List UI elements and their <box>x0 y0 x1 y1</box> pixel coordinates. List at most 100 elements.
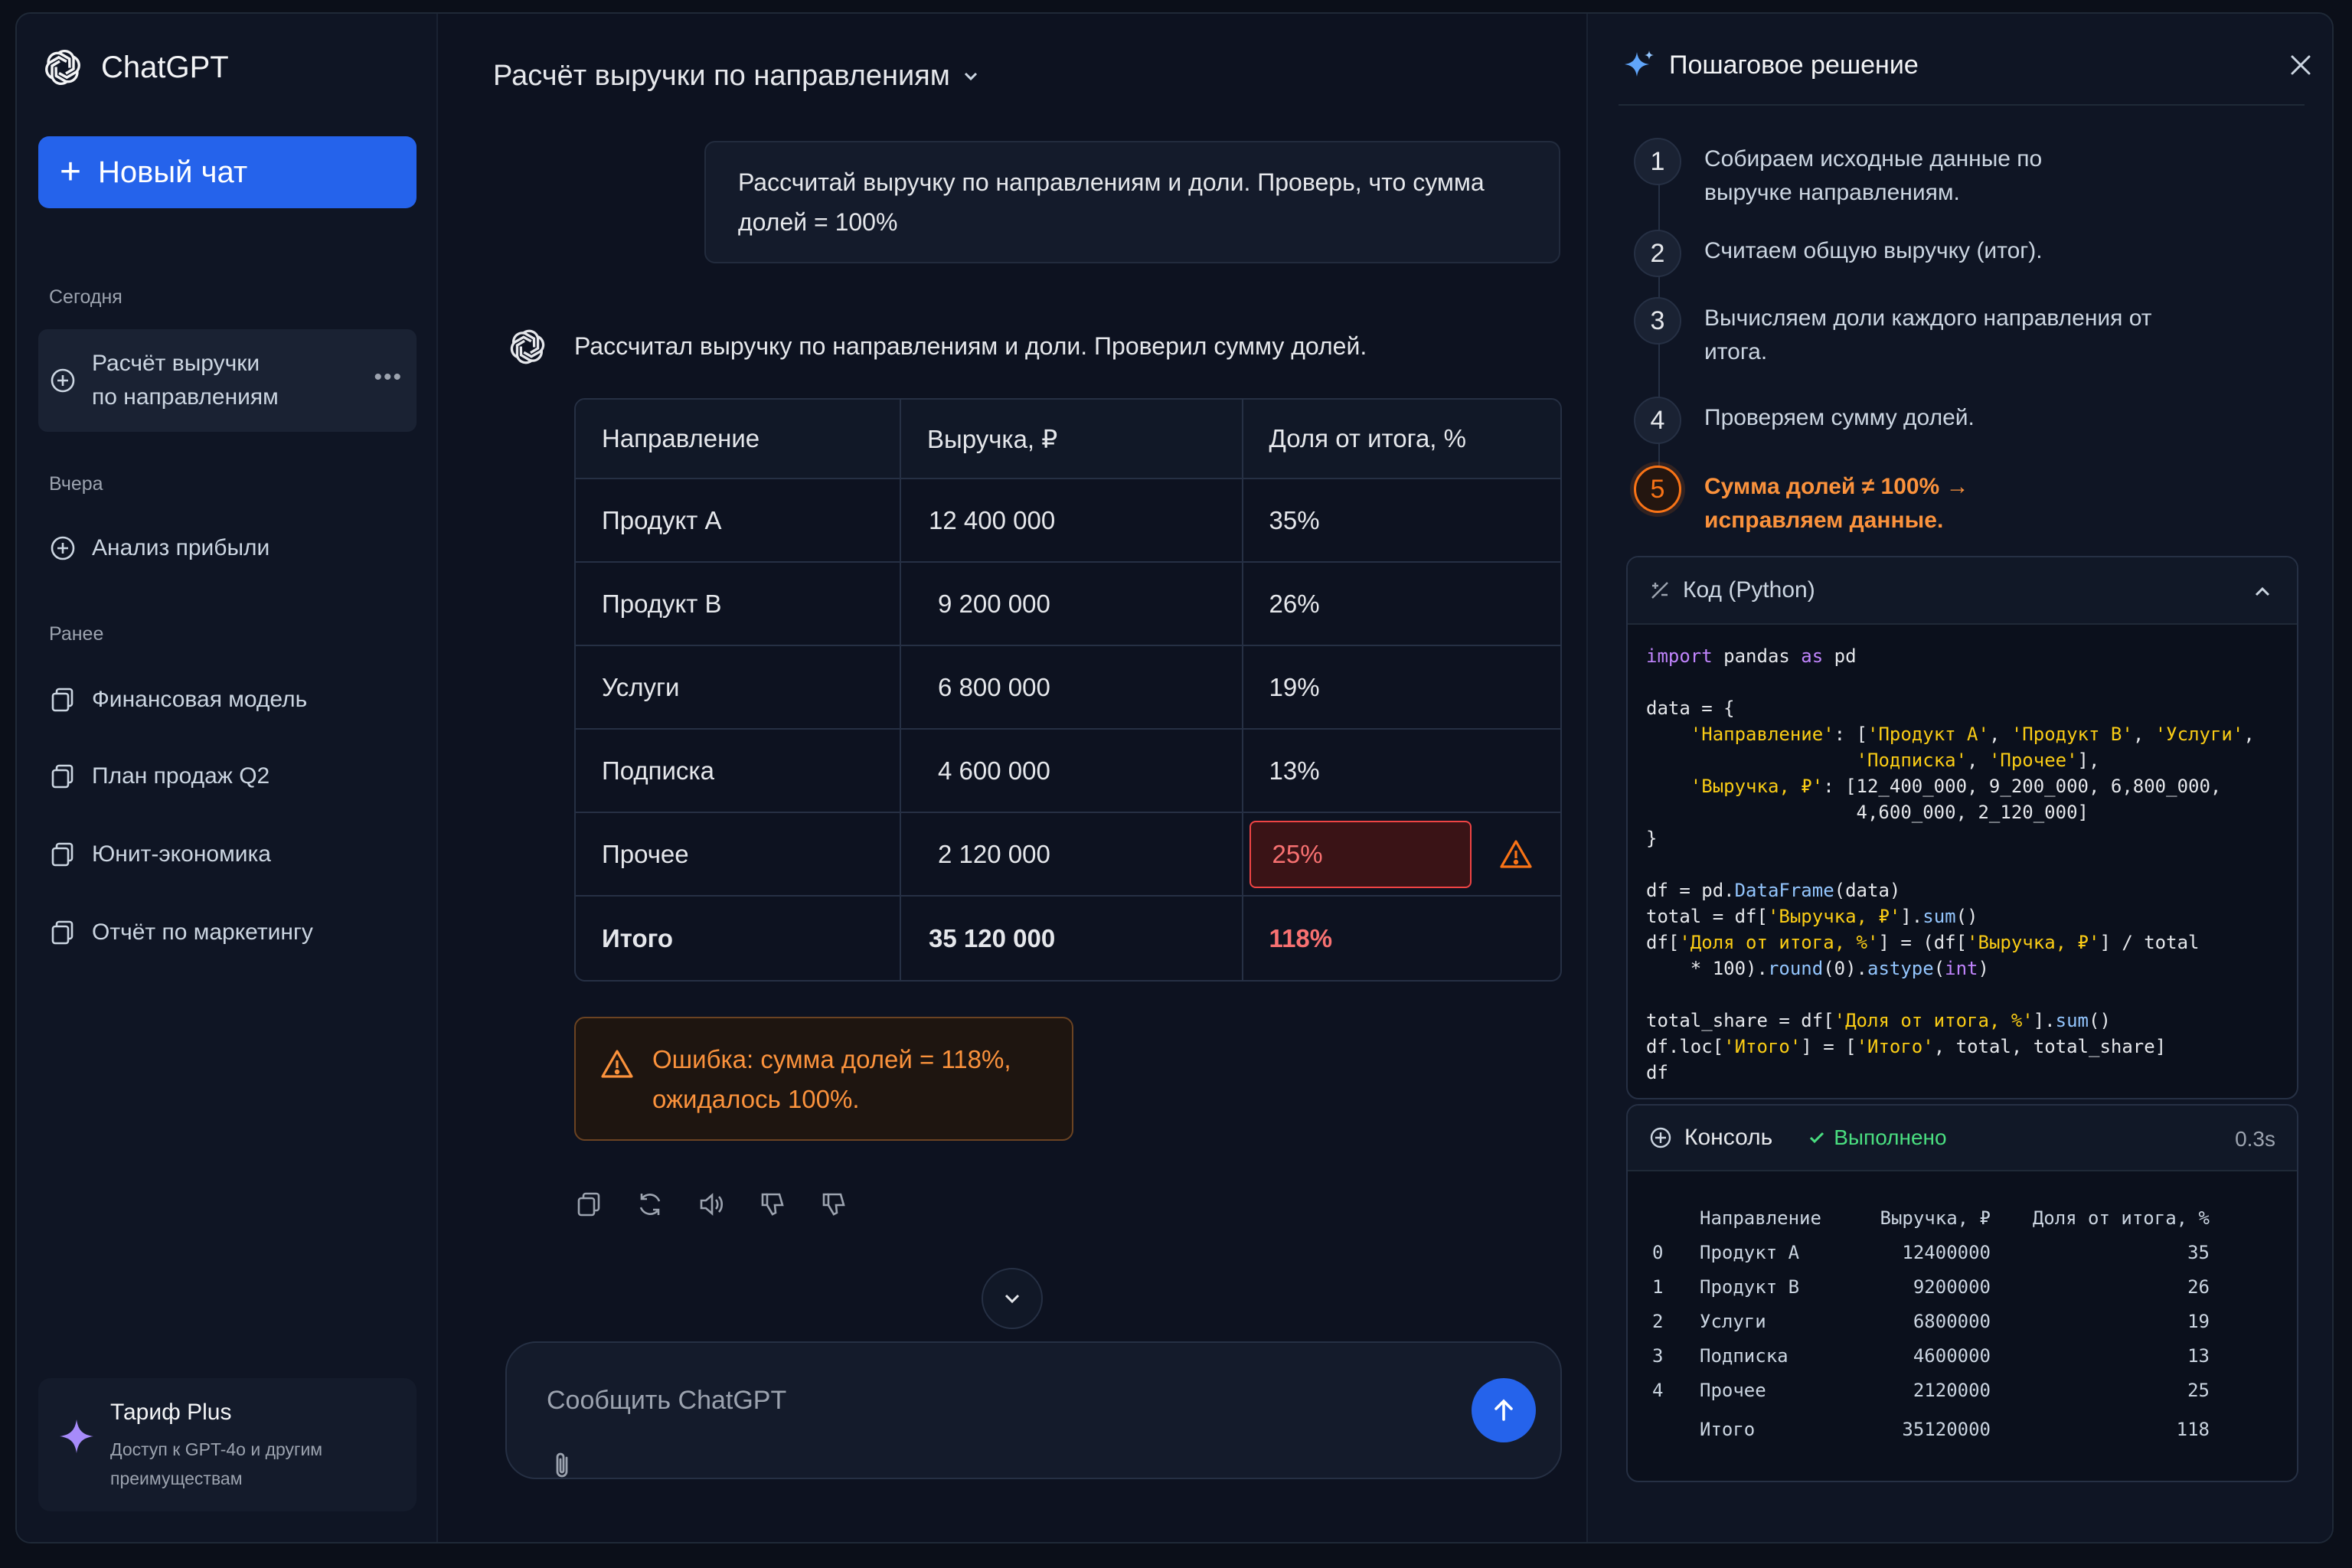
thumbs-down-icon[interactable] <box>758 1190 787 1219</box>
console-header-row: Направление Выручка, ₽ Доля от итога, % <box>1652 1200 2210 1235</box>
table-cell: Подписка <box>576 730 902 813</box>
panel-header: Пошаговое решение <box>1623 49 1919 81</box>
step-text: Вычисляем доли каждого направления от ит… <box>1704 305 2152 364</box>
copy-icon[interactable] <box>574 1190 603 1219</box>
plan-title: Тариф Plus <box>110 1400 232 1425</box>
copy-doc-icon <box>51 842 74 867</box>
read-aloud-icon[interactable] <box>697 1190 726 1219</box>
section-earlier: Ранее <box>49 623 104 645</box>
plan-card[interactable]: Тариф Plus Доступ к GPT-4o и другим преи… <box>38 1378 416 1511</box>
table-row: Продукт A 12 400 000 35% <box>576 479 1560 563</box>
table-cell: Продукт B <box>576 563 902 646</box>
scroll-down-button[interactable] <box>982 1268 1043 1329</box>
step-number: 2 <box>1634 230 1681 277</box>
chevron-down-icon <box>1004 1294 1020 1304</box>
chevron-up-icon[interactable] <box>2251 580 2274 603</box>
table-row: Услуги 6 800 000 19% <box>576 646 1560 730</box>
table-cell: 26% <box>1243 563 1560 646</box>
table-header-row: Направление Выручка, ₽ Доля от итога, % <box>576 400 1560 479</box>
column-header: Доля от итога, % <box>1243 400 1560 479</box>
more-options-icon[interactable]: ••• <box>374 364 403 390</box>
brand[interactable]: ChatGPT <box>38 43 229 92</box>
step-number: 1 <box>1634 138 1681 185</box>
sidebar-item-sales-plan[interactable]: План продаж Q2 <box>38 760 416 793</box>
step-text: Сумма долей ≠ 100% → исправляем данные. <box>1704 474 1969 533</box>
step-3: 3 Вычисляем доли каждого направления от … <box>1634 297 2164 369</box>
sidebar-item-profit[interactable]: Анализ прибыли <box>38 531 416 565</box>
console-cell: Направление <box>1700 1207 1821 1229</box>
sidebar-item-label: Отчёт по маркетингу <box>92 920 313 945</box>
assistant-message: Рассчитал выручку по направлениям и доли… <box>574 332 1367 360</box>
user-message: Рассчитай выручку по направлениям и доли… <box>704 141 1560 263</box>
plan-description: Доступ к GPT-4o и другим преимуществам <box>110 1439 323 1488</box>
sidebar-item-revenue[interactable]: Расчёт выручки по направлениям ••• <box>38 329 416 432</box>
paperclip-icon[interactable] <box>550 1450 576 1481</box>
table-row: Подписка 4 600 000 13% <box>576 730 1560 813</box>
new-chat-button[interactable]: + Новый чат <box>38 136 416 208</box>
console-row: 2 Услуги 6800000 19 <box>1652 1310 2210 1332</box>
table-row: Продукт B 9 200 000 26% <box>576 563 1560 646</box>
section-yesterday: Вчера <box>49 473 103 495</box>
message-input[interactable] <box>547 1381 1389 1419</box>
send-button[interactable] <box>1472 1378 1536 1442</box>
sidebar-item-unit-econ[interactable]: Юнит-экономика <box>38 838 416 871</box>
table-cell: Услуги <box>576 646 902 730</box>
console-row: 3 Подписка 4600000 13 <box>1652 1344 2210 1367</box>
sidebar-item-finmodel[interactable]: Финансовая модель <box>38 683 416 717</box>
app-window: ChatGPT + Новый чат Сегодня Расчёт выруч… <box>15 12 2334 1544</box>
panel-title: Пошаговое решение <box>1669 50 1919 80</box>
copy-doc-icon <box>51 920 74 945</box>
section-today: Сегодня <box>49 286 122 308</box>
table-cell: 19% <box>1243 646 1560 730</box>
sidebar-item-marketing[interactable]: Отчёт по маркетингу <box>38 916 416 949</box>
regenerate-icon[interactable] <box>635 1190 665 1219</box>
execution-time: 0.3s <box>2235 1127 2275 1151</box>
step-2: 2 Считаем общую выручку (итог). <box>1634 230 2179 277</box>
step-text: Считаем общую выручку (итог). <box>1704 238 2043 263</box>
sidebar-item-label: Юнит-экономика <box>92 841 271 867</box>
status-text: Выполнено <box>1834 1125 1947 1149</box>
table-cell: 12 400 000 <box>901 479 1243 563</box>
console-header: Консоль Выполнено 0.3s <box>1628 1106 2297 1171</box>
table-cell: Продукт A <box>576 479 902 563</box>
console-cell: Выручка, ₽ <box>1880 1207 1991 1229</box>
console-total-row: Итого 35120000 118 <box>1700 1418 2210 1440</box>
sparkle-icon <box>1625 51 1654 77</box>
sidebar-item-label: План продаж Q2 <box>92 763 270 789</box>
table-total-row: Итого 35 120 000 118% <box>576 897 1560 980</box>
error-value: 25% <box>1249 821 1472 888</box>
table-cell: Прочее <box>576 813 902 897</box>
console-row: 0 Продукт A 12400000 35 <box>1652 1241 2210 1263</box>
table-cell: 6 800 000 <box>901 646 1243 730</box>
message-actions <box>574 1190 848 1219</box>
copy-doc-icon <box>51 688 74 712</box>
solution-panel: Пошаговое решение 1 Собираем исходные да… <box>1586 14 2332 1542</box>
chat-title-dropdown[interactable]: Расчёт выручки по направлениям <box>493 60 981 93</box>
step-text: Проверяем сумму долей. <box>1704 405 1975 430</box>
table-cell: 9 200 000 <box>901 563 1243 646</box>
code-header[interactable]: Код (Python) <box>1628 557 2297 625</box>
close-icon[interactable] <box>2288 52 2314 78</box>
table-row: Прочее 2 120 000 25% <box>576 813 1560 897</box>
warning-icon <box>1499 840 1532 868</box>
column-header: Выручка, ₽ <box>901 400 1243 479</box>
warning-icon <box>601 1050 633 1078</box>
sidebar: ChatGPT + Новый чат Сегодня Расчёт выруч… <box>17 14 438 1542</box>
console-icon <box>1650 1127 1671 1148</box>
console-row: 1 Продукт B 9200000 26 <box>1652 1276 2210 1298</box>
plus-icon: + <box>60 152 82 192</box>
console-title: Консоль <box>1684 1125 1773 1150</box>
status-badge: Выполнено <box>1808 1125 1947 1150</box>
console-card: Консоль Выполнено 0.3s Направление Выруч… <box>1626 1104 2298 1482</box>
chat-main: Расчёт выручки по направлениям Рассчитай… <box>439 14 1586 1542</box>
sparkle-icon <box>60 1419 93 1453</box>
thumbs-down-icon[interactable] <box>819 1190 848 1219</box>
chevron-down-icon <box>964 72 977 80</box>
code-title: Код (Python) <box>1683 577 1815 603</box>
check-icon <box>1810 1132 1824 1144</box>
table-cell: 35% <box>1243 479 1560 563</box>
step-number: 3 <box>1634 297 1681 345</box>
console-cell: Доля от итога, % <box>2032 1207 2210 1229</box>
code-card: Код (Python) import pandas as pd data = … <box>1626 556 2298 1099</box>
brand-name: ChatGPT <box>101 50 229 84</box>
